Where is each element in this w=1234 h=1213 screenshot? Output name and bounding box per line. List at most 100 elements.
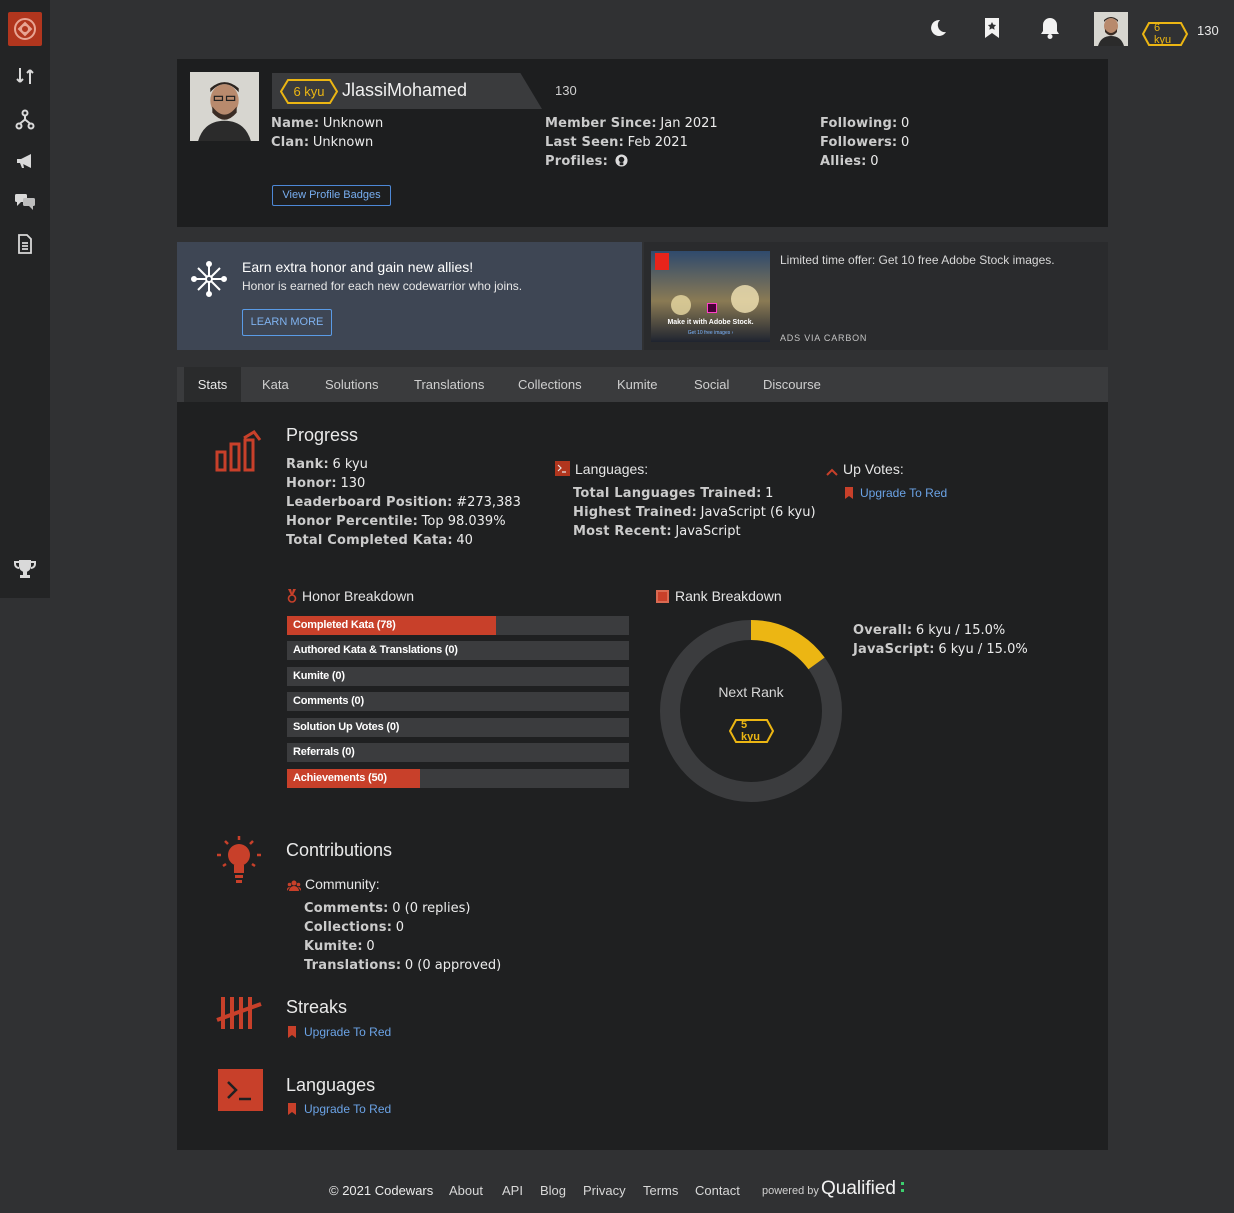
tab-solutions[interactable]: Solutions — [325, 367, 378, 402]
ribbon-icon — [288, 1025, 296, 1043]
profile-honor: 130 — [555, 83, 577, 98]
honor-bar-label: Authored Kata & Translations (0) — [293, 644, 458, 656]
upvotes-upgrade-link[interactable]: Upgrade To Red — [860, 486, 947, 500]
footer-link-terms[interactable]: Terms — [643, 1183, 678, 1198]
github-icon[interactable] — [615, 154, 628, 170]
qualified-logo-dot — [901, 1189, 904, 1192]
sidebar — [0, 0, 50, 598]
moon-icon[interactable] — [924, 15, 950, 41]
completed-kata-row: Total Completed Kata: 40 — [286, 533, 473, 548]
honor-row: Honor: 130 — [286, 476, 366, 491]
tally-marks-icon — [215, 994, 263, 1037]
following-row: Following: 0 — [820, 116, 910, 131]
last-seen-row: Last Seen: Feb 2021 — [545, 135, 688, 150]
footer-copyright: © 2021 Codewars — [329, 1183, 434, 1198]
footer-link-privacy[interactable]: Privacy — [583, 1183, 626, 1198]
tab-kumite[interactable]: Kumite — [617, 367, 657, 402]
languages-trained-row: Total Languages Trained: 1 — [573, 486, 774, 501]
followers-row: Followers: 0 — [820, 135, 910, 150]
streaks-upgrade-link[interactable]: Upgrade To Red — [304, 1025, 391, 1039]
community-icon — [286, 878, 302, 896]
contributions-title: Contributions — [286, 840, 393, 860]
rank-badge: 6 kyu — [1142, 22, 1188, 46]
honor-bar: Achievements (50) — [287, 769, 629, 788]
honor-bar: Kumite (0) — [287, 667, 629, 686]
footer-link-contact[interactable]: Contact — [695, 1183, 740, 1198]
profile-rank-badge: 6 kyu — [280, 79, 338, 104]
honor-bar: Solution Up Votes (0) — [287, 718, 629, 737]
profile-tabs: Stats Kata Solutions Translations Collec… — [177, 367, 1108, 402]
sparkle-icon — [190, 260, 228, 303]
comments-row: Comments: 0 (0 replies) — [304, 901, 471, 916]
codewars-logo-icon[interactable] — [8, 12, 42, 46]
docs-icon[interactable] — [12, 231, 38, 257]
tab-translations[interactable]: Translations — [414, 367, 484, 402]
bookmark-icon[interactable] — [979, 15, 1005, 41]
profile-clan-row: Clan: Unknown — [271, 135, 374, 150]
chevron-up-icon — [826, 464, 838, 482]
tab-discourse[interactable]: Discourse — [763, 367, 821, 402]
most-recent-row: Most Recent: JavaScript — [573, 524, 741, 539]
profile-name-row: Name: Unknown — [271, 116, 384, 131]
rank-progress-ring — [660, 620, 842, 802]
username: JlassiMohamed — [342, 80, 468, 100]
terminal-icon — [218, 1069, 263, 1111]
honor-bar: Authored Kata & Translations (0) — [287, 641, 629, 660]
ad-text[interactable]: Limited time offer: Get 10 free Adobe St… — [780, 253, 1100, 267]
community-title: Community: — [305, 876, 380, 892]
qualified-logo-dot — [901, 1182, 904, 1185]
practice-icon[interactable] — [12, 63, 38, 89]
footer-link-blog[interactable]: Blog — [540, 1183, 566, 1198]
footer-link-api[interactable]: API — [502, 1183, 523, 1198]
trophy-icon[interactable] — [12, 556, 38, 582]
profile-avatar — [190, 72, 259, 141]
profile-card: 6 kyu JlassiMohamed 130 Name: Unknown Cl… — [177, 59, 1108, 227]
ads-via-carbon[interactable]: ADS VIA CARBON — [780, 333, 867, 343]
tab-collections[interactable]: Collections — [518, 367, 582, 402]
languages-upgrade-link[interactable]: Upgrade To Red — [304, 1102, 391, 1116]
bell-icon[interactable] — [1037, 15, 1063, 41]
javascript-rank-row: JavaScript: 6 kyu / 15.0% — [853, 642, 1028, 657]
progress-title: Progress — [286, 425, 359, 445]
honor-bar: Referrals (0) — [287, 743, 629, 762]
leaderboard-row: Leaderboard Position: #273,383 — [286, 495, 521, 510]
powered-by-label: powered by — [762, 1185, 819, 1197]
honor-bar-label: Kumite (0) — [293, 670, 345, 682]
profiles-row: Profiles: — [545, 153, 628, 170]
collections-row: Collections: 0 — [304, 920, 405, 935]
lightbulb-icon — [215, 836, 263, 891]
languages-stats-title: Languages: — [575, 461, 649, 477]
carbon-ad: Make it with Adobe Stock. Get 10 free im… — [644, 242, 1108, 350]
kumite-row: Kumite: 0 — [304, 939, 375, 954]
honor-banner-subtitle: Honor is earned for each new codewarrior… — [242, 279, 523, 293]
fork-icon[interactable] — [12, 106, 38, 132]
avatar[interactable] — [1094, 12, 1128, 46]
percentile-row: Honor Percentile: Top 98.039% — [286, 514, 506, 529]
qualified-logo[interactable]: Qualified — [821, 1178, 896, 1200]
overall-rank-row: Overall: 6 kyu / 15.0% — [853, 623, 1006, 638]
honor-bar-label: Comments (0) — [293, 695, 364, 707]
tab-stats[interactable]: Stats — [184, 367, 241, 402]
learn-more-button[interactable]: LEARN MORE — [242, 309, 332, 336]
discussion-icon[interactable] — [12, 188, 38, 214]
tab-kata[interactable]: Kata — [262, 367, 289, 402]
honor-breakdown-title: Honor Breakdown — [302, 588, 415, 604]
ad-image[interactable]: Make it with Adobe Stock. Get 10 free im… — [651, 251, 770, 342]
allies-row: Allies: 0 — [820, 154, 879, 169]
rank-square-icon — [656, 590, 669, 603]
ribbon-icon — [288, 1102, 296, 1120]
member-since-row: Member Since: Jan 2021 — [545, 116, 718, 131]
languages-terminal-icon — [555, 461, 570, 476]
honor-bar-label: Solution Up Votes (0) — [293, 721, 400, 733]
next-rank-label: Next Rank — [718, 684, 784, 700]
honor-bar: Comments (0) — [287, 692, 629, 711]
megaphone-icon[interactable] — [12, 148, 38, 174]
honor-banner-title: Earn extra honor and gain new allies! — [242, 259, 474, 275]
tab-social[interactable]: Social — [694, 367, 729, 402]
honor-bar-label: Completed Kata (78) — [293, 619, 396, 631]
footer-link-about[interactable]: About — [449, 1183, 483, 1198]
honor-bar: Completed Kata (78) — [287, 616, 629, 635]
view-profile-badges-button[interactable]: View Profile Badges — [272, 185, 391, 206]
honor-banner: Earn extra honor and gain new allies! Ho… — [177, 242, 642, 350]
honor-bar-label: Achievements (50) — [293, 772, 387, 784]
